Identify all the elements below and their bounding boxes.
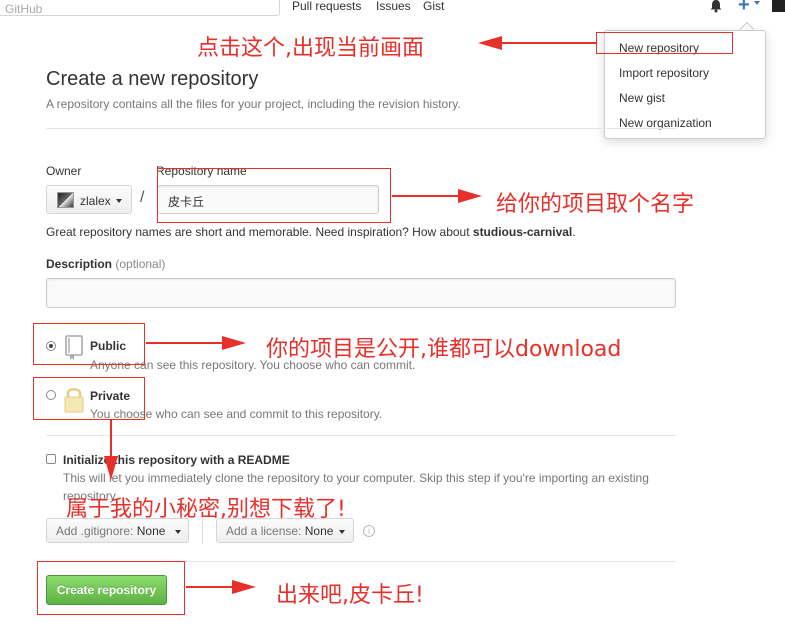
annotation-arrows (104, 36, 596, 594)
